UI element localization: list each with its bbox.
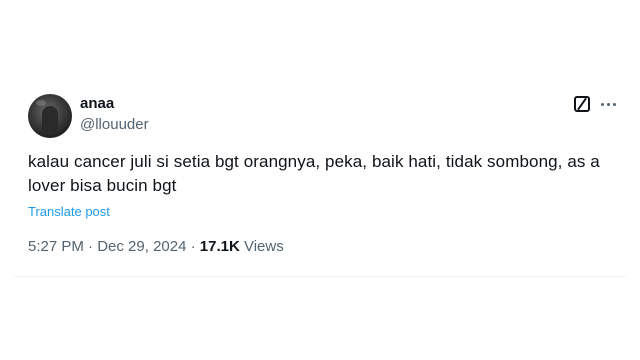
translate-post-link[interactable]: Translate post [28,204,110,219]
tweet-meta: 5:27 PM · Dec 29, 2024 · 17.1K Views [28,238,284,255]
views-count[interactable]: 17.1K [200,238,240,255]
grok-icon[interactable] [574,96,590,112]
avatar-highlight [36,100,46,106]
tweet-time[interactable]: 5:27 PM [28,238,84,255]
views-label: Views [239,238,284,255]
avatar-figure [42,106,58,132]
more-dot [600,102,604,106]
meta-separator: · [83,238,98,255]
meta-separator: · [186,238,200,255]
author-handle[interactable]: @llouuder [80,116,149,133]
more-dot [606,102,610,106]
author-display-name[interactable]: anaa [80,95,114,112]
tweet-date[interactable]: Dec 29, 2024 [97,238,186,255]
tweet-text: kalau cancer juli si setia bgt orangnya,… [28,152,600,195]
avatar[interactable] [28,94,72,138]
more-icon[interactable] [596,92,620,116]
more-dot [612,102,616,106]
tweet-card[interactable]: anaa @llouuder kalau cancer juli si seti… [14,80,626,277]
